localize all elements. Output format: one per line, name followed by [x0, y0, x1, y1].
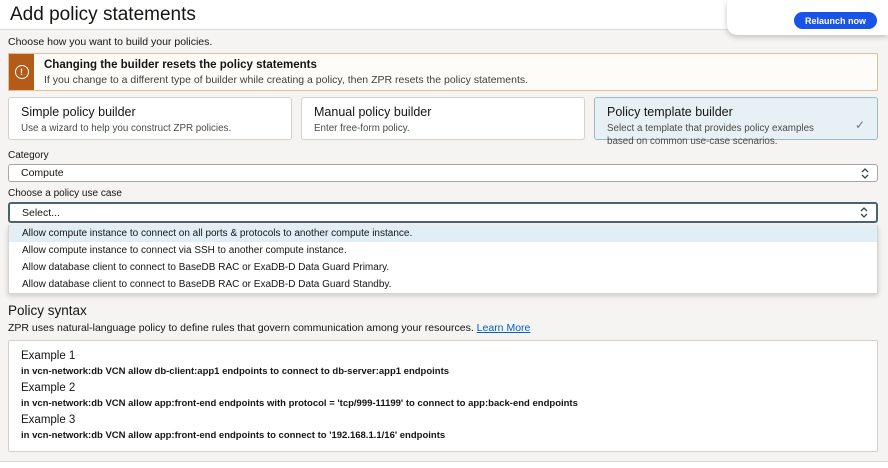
policy-syntax-description: ZPR uses natural-language policy to defi… [8, 322, 878, 334]
card-description: Enter free-form policy. [314, 123, 572, 136]
builder-cards-row: Simple policy builder Use a wizard to he… [8, 97, 878, 140]
card-title: Simple policy builder [21, 105, 279, 119]
policy-syntax-heading: Policy syntax [8, 303, 878, 318]
card-manual-policy-builder[interactable]: Manual policy builder Enter free-form po… [301, 97, 585, 140]
example-code: in vcn-network:db VCN allow db-client:ap… [21, 366, 865, 377]
use-case-label: Choose a policy use case [8, 188, 878, 199]
card-title: Policy template builder [607, 105, 865, 119]
use-case-option[interactable]: Allow database client to connect to Base… [9, 276, 877, 293]
example-label: Example 2 [21, 382, 865, 394]
warning-icon-block: ! [9, 54, 34, 90]
use-case-dropdown-list: Allow compute instance to connect on all… [8, 225, 878, 294]
policy-syntax-examples-box: Example 1 in vcn-network:db VCN allow db… [8, 340, 878, 452]
warning-body: If you change to a different type of bui… [44, 74, 528, 86]
card-description: Select a template that provides policy e… [607, 123, 865, 148]
use-case-select-value: Select... [22, 207, 60, 219]
use-case-option[interactable]: Allow compute instance to connect via SS… [9, 242, 877, 259]
warning-exclamation-icon: ! [15, 65, 29, 79]
category-select-value: Compute [21, 167, 64, 179]
use-case-option[interactable]: Allow database client to connect to Base… [9, 259, 877, 276]
example-label: Example 3 [21, 414, 865, 426]
warning-texts: Changing the builder resets the policy s… [34, 54, 538, 90]
policy-syntax-description-text: ZPR uses natural-language policy to defi… [8, 322, 474, 334]
use-case-option[interactable]: Allow compute instance to connect on all… [9, 225, 877, 242]
select-updown-icon [861, 168, 869, 179]
card-title: Manual policy builder [314, 105, 572, 119]
relaunch-now-button[interactable]: Relaunch now [794, 12, 877, 29]
card-policy-template-builder[interactable]: Policy template builder Select a templat… [594, 97, 878, 140]
example-label: Example 1 [21, 350, 865, 362]
page-title: Add policy statements [10, 4, 196, 26]
use-case-select[interactable]: Select... [8, 202, 878, 223]
example-code: in vcn-network:db VCN allow app:front-en… [21, 398, 865, 409]
warning-title: Changing the builder resets the policy s… [44, 59, 528, 71]
example-code: in vcn-network:db VCN allow app:front-en… [21, 430, 865, 441]
builder-subtitle: Choose how you want to build your polici… [8, 36, 878, 48]
card-description: Use a wizard to help you construct ZPR p… [21, 123, 279, 136]
select-updown-icon [860, 207, 868, 218]
card-simple-policy-builder[interactable]: Simple policy builder Use a wizard to he… [8, 97, 292, 140]
policy-builder-panel: Choose how you want to build your polici… [0, 29, 888, 462]
selected-check-icon: ✓ [855, 118, 865, 132]
relaunch-popup: Relaunch now [727, 0, 888, 35]
learn-more-link[interactable]: Learn More [477, 322, 531, 334]
builder-reset-warning-banner: ! Changing the builder resets the policy… [8, 53, 878, 91]
category-label: Category [8, 150, 878, 161]
category-select[interactable]: Compute [8, 164, 878, 182]
